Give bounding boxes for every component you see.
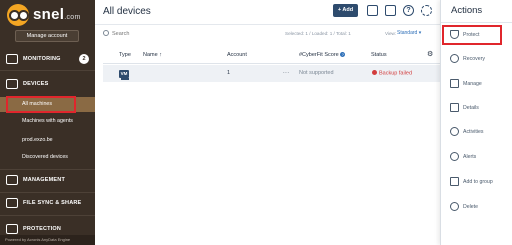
page-title: All devices: [103, 6, 151, 17]
action-delete[interactable]: Delete: [441, 199, 512, 215]
management-icon: [6, 175, 18, 185]
highlight-protect: [442, 25, 502, 45]
manage-icon: [450, 79, 459, 88]
main-content: All devices + Add ? Selected: 1 / Loaded…: [95, 0, 440, 245]
row-account: 1: [227, 70, 231, 76]
add-to-group-icon: [450, 177, 459, 186]
nav-section-label: DEVICES: [23, 81, 49, 87]
search-row: Selected: 1 / Loaded: 1 / Total: 1 View:…: [95, 27, 440, 41]
file-sync-icon: [6, 198, 18, 208]
row-cyberfit: Not supported: [299, 70, 334, 76]
vm-type-icon-stand: [121, 78, 129, 80]
recovery-icon: [450, 54, 459, 63]
action-alerts[interactable]: Alerts: [441, 149, 512, 165]
view-select[interactable]: Standard ▾: [397, 30, 421, 36]
logo: snel.com: [7, 4, 89, 26]
nav-section-file-sync[interactable]: FILE SYNC & SHARE: [0, 194, 95, 212]
nav-section-devices[interactable]: DEVICES: [0, 75, 95, 93]
chevron-down-icon: ▾: [418, 30, 422, 36]
details-icon: [450, 103, 459, 112]
row-status: Backup failed: [372, 70, 412, 77]
action-label: Alerts: [463, 154, 477, 160]
search-input[interactable]: [112, 28, 192, 39]
nav-section-label: MANAGEMENT: [23, 177, 66, 183]
column-header-cyberfit[interactable]: #CyberFit Score ?: [299, 52, 346, 58]
toolbar-divider: [95, 24, 440, 25]
nav-section-monitoring[interactable]: MONITORING 2: [0, 50, 95, 68]
logo-text: snel.com: [33, 6, 81, 23]
nav-divider: [0, 192, 95, 193]
column-settings-gear-icon[interactable]: ⚙: [427, 50, 433, 58]
row-ellipsis[interactable]: ...: [283, 69, 290, 75]
action-details[interactable]: Details: [441, 100, 512, 116]
cyberfit-header-label: #CyberFit Score: [299, 52, 339, 58]
settings-gear-icon[interactable]: [421, 5, 432, 16]
column-header-account[interactable]: Account: [227, 52, 247, 58]
action-label: Details: [463, 105, 479, 111]
column-header-name[interactable]: Name ↑: [143, 52, 162, 58]
help-icon[interactable]: ?: [403, 5, 414, 16]
action-add-to-group[interactable]: Add to group: [441, 174, 512, 190]
nav-divider: [0, 70, 95, 71]
column-header-status[interactable]: Status: [371, 52, 387, 58]
view-label: View:: [385, 31, 397, 36]
action-activities[interactable]: Activities: [441, 124, 512, 140]
action-label: Activities: [463, 129, 484, 135]
sidebar: snel.com Manage account MONITORING 2 DEV…: [0, 0, 95, 245]
owl-logo-icon: [7, 4, 29, 26]
row-status-text: Backup failed: [379, 70, 413, 77]
action-label: Delete: [463, 204, 478, 210]
search-icon: [103, 30, 109, 36]
sidebar-item-discovered-devices[interactable]: Discovered devices: [0, 150, 95, 165]
vm-type-icon: VM: [119, 70, 129, 78]
manage-account-button[interactable]: Manage account: [15, 30, 79, 42]
action-label: Manage: [463, 81, 482, 87]
nav-section-label: MONITORING: [23, 56, 61, 62]
logo-domain: .com: [64, 14, 81, 21]
view-select-value: Standard: [397, 30, 418, 36]
selection-info: Selected: 1 / Loaded: 1 / Total: 1: [285, 31, 351, 36]
highlight-all-machines: [6, 96, 76, 113]
action-label: Recovery: [463, 56, 485, 62]
nav-section-management[interactable]: MANAGEMENT: [0, 171, 95, 189]
grid-view-icon[interactable]: [367, 5, 378, 16]
error-status-icon: [372, 70, 377, 75]
delete-icon: [450, 202, 459, 211]
sidebar-footer: Powered by Acronis AnyData Engine: [0, 235, 95, 245]
add-button[interactable]: + Add: [333, 4, 358, 17]
actions-title: Actions: [451, 5, 483, 16]
action-label: Add to group: [463, 179, 493, 185]
sidebar-item-prod-exzo-be[interactable]: prod.exzo.be: [0, 133, 95, 148]
monitoring-badge: 2: [79, 54, 89, 64]
activities-icon: [450, 127, 459, 136]
action-manage[interactable]: Manage: [441, 76, 512, 92]
actions-divider: [441, 22, 512, 23]
table-header-divider: [103, 63, 440, 64]
nav-section-label: PROTECTION: [23, 226, 62, 232]
action-recovery[interactable]: Recovery: [441, 51, 512, 67]
nav-section-label: FILE SYNC & SHARE: [23, 200, 82, 206]
nav-divider: [0, 215, 95, 216]
protection-icon: [6, 224, 18, 234]
monitoring-icon: [6, 54, 18, 64]
column-header-type[interactable]: Type: [119, 52, 131, 58]
sidebar-item-machines-with-agents[interactable]: Machines with agents: [0, 114, 95, 129]
alert-icon: [450, 152, 459, 161]
list-view-icon[interactable]: [385, 5, 396, 16]
devices-icon: [6, 79, 18, 89]
nav-divider: [0, 169, 95, 170]
cyberfit-help-icon[interactable]: ?: [340, 52, 346, 57]
